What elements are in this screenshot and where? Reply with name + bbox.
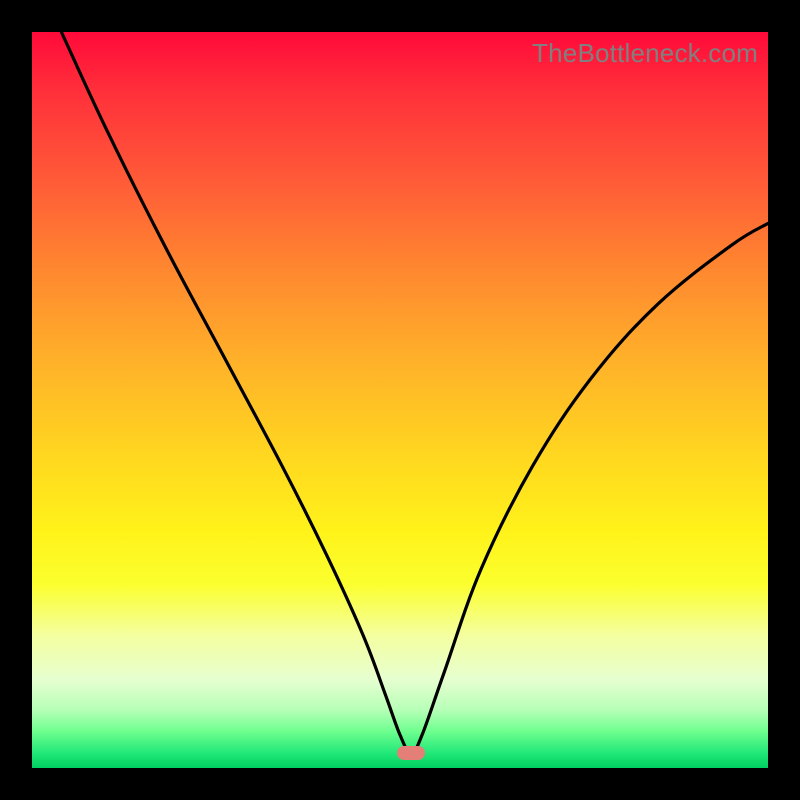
bottleneck-curve <box>32 32 768 768</box>
chart-frame: TheBottleneck.com <box>0 0 800 800</box>
plot-area: TheBottleneck.com <box>32 32 768 768</box>
optimum-marker <box>397 746 425 760</box>
curve-path <box>61 32 768 753</box>
